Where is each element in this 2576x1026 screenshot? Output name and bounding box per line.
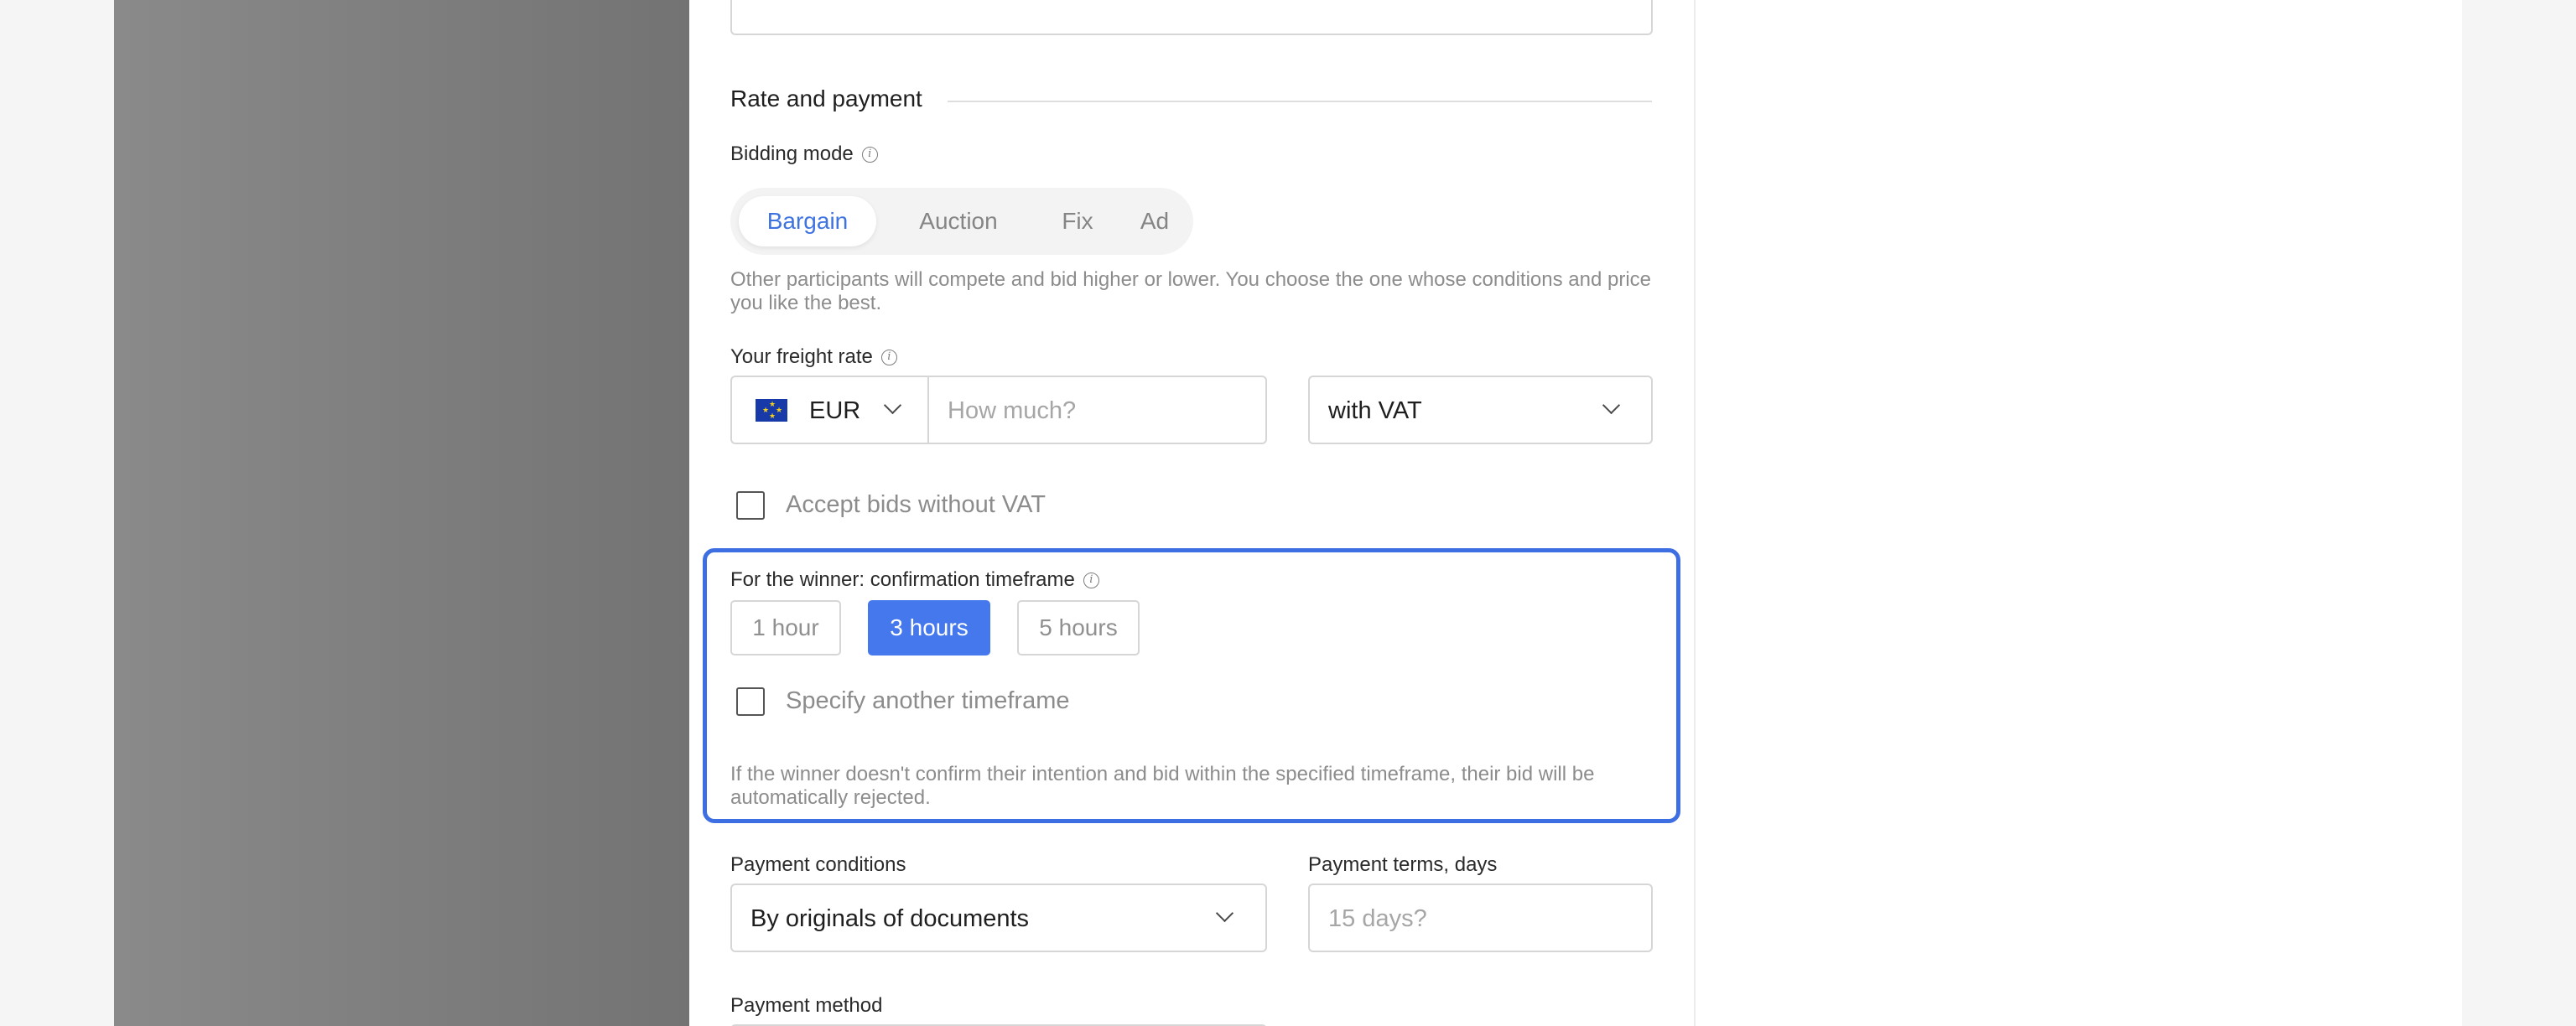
payment-method-label: Payment method bbox=[730, 994, 883, 1017]
eu-flag-icon: ★ ★ ★ ★ bbox=[756, 399, 787, 422]
vat-select[interactable]: with VAT bbox=[1308, 376, 1653, 444]
bidding-mode-option-fix[interactable]: Fix bbox=[1037, 196, 1118, 246]
bidding-mode-label-text: Bidding mode bbox=[730, 142, 854, 165]
specify-another-timeframe-checkbox[interactable] bbox=[736, 687, 765, 716]
bidding-mode-option-auction[interactable]: Auction bbox=[886, 196, 1031, 246]
payment-conditions-select[interactable]: By originals of documents bbox=[730, 884, 1267, 952]
specify-another-timeframe-label: Specify another timeframe bbox=[786, 687, 1070, 714]
info-icon[interactable]: i bbox=[861, 147, 878, 163]
bidding-mode-hint: Other participants will compete and bid … bbox=[730, 268, 1652, 314]
chevron-down-icon bbox=[883, 396, 902, 415]
outer-background-left bbox=[0, 0, 114, 1026]
payment-conditions-value: By originals of documents bbox=[750, 905, 1030, 932]
timeframe-1-hour-button[interactable]: 1 hour bbox=[730, 600, 841, 656]
payment-terms-input[interactable]: 15 days? bbox=[1308, 884, 1653, 952]
payment-terms-label: Payment terms, days bbox=[1308, 853, 1498, 876]
page: Rate and payment Bidding mode i Bargain A… bbox=[0, 0, 2576, 1026]
payment-conditions-label: Payment conditions bbox=[730, 853, 906, 876]
bidding-mode-label: Bidding mode i bbox=[730, 142, 878, 166]
vat-select-value: with VAT bbox=[1328, 397, 1422, 424]
payment-terms-placeholder: 15 days? bbox=[1328, 905, 1427, 932]
currency-select[interactable]: ★ ★ ★ ★ EUR bbox=[730, 376, 929, 444]
info-icon[interactable]: i bbox=[1083, 573, 1099, 589]
bidding-mode-segmented-control: Bargain Auction Fix Ad bbox=[730, 188, 1193, 255]
freight-amount-input[interactable]: How much? bbox=[927, 376, 1267, 444]
accept-bids-without-vat-label: Accept bids without VAT bbox=[786, 491, 1046, 518]
timeframe-5-hours-button[interactable]: 5 hours bbox=[1017, 600, 1140, 656]
bidding-mode-option-ad[interactable]: Ad bbox=[1121, 196, 1188, 246]
side-panel bbox=[1696, 0, 2462, 1026]
info-icon[interactable]: i bbox=[880, 350, 897, 366]
confirmation-timeframe-hint: If the winner doesn't confirm their inte… bbox=[730, 763, 1595, 809]
freight-amount-placeholder: How much? bbox=[948, 397, 1077, 424]
previous-field-input[interactable] bbox=[730, 0, 1653, 35]
section-title: Rate and payment bbox=[730, 86, 922, 111]
timeframe-3-hours-button[interactable]: 3 hours bbox=[868, 600, 990, 656]
freight-rate-label-text: Your freight rate bbox=[730, 345, 873, 368]
accept-bids-without-vat-checkbox[interactable] bbox=[736, 491, 765, 520]
modal-overlay-left bbox=[114, 0, 689, 1026]
currency-value: EUR bbox=[809, 397, 861, 424]
confirmation-timeframe-label: For the winner: confirmation timeframe i bbox=[730, 568, 1099, 592]
confirmation-timeframe-label-text: For the winner: confirmation timeframe bbox=[730, 568, 1075, 591]
bidding-mode-option-bargain[interactable]: Bargain bbox=[739, 196, 876, 246]
chevron-down-icon bbox=[1215, 904, 1234, 923]
chevron-down-icon bbox=[1602, 396, 1621, 415]
section-divider bbox=[948, 101, 1652, 102]
freight-rate-label: Your freight rate i bbox=[730, 345, 897, 369]
outer-background-right bbox=[2462, 0, 2576, 1026]
